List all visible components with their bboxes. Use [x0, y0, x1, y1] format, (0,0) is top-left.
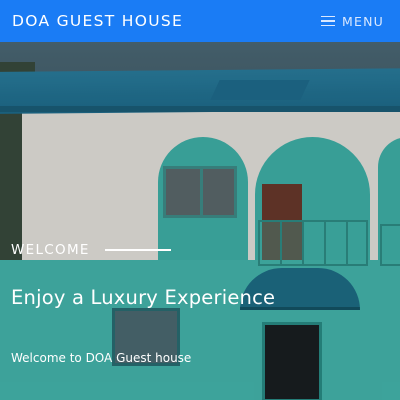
menu-label: MENU [342, 13, 384, 29]
hamburger-menu-icon [321, 15, 336, 27]
eyebrow-divider-line [104, 249, 171, 251]
hero-section [0, 42, 400, 400]
brand-logo-link[interactable]: DOA GUEST HOUSE [12, 12, 183, 30]
hero-headline: Enjoy a Luxury Experience [11, 286, 276, 309]
top-navbar: DOA GUEST HOUSE MENU [0, 0, 400, 42]
welcome-label: WELCOME [11, 242, 90, 258]
menu-toggle-button[interactable]: MENU [321, 14, 384, 29]
page: DOA GUEST HOUSE MENU WELCOME Enjoy a Lux… [0, 0, 400, 400]
hero-eyebrow: WELCOME [11, 242, 171, 258]
hero-subtext: Welcome to DOA Guest house [11, 351, 192, 365]
